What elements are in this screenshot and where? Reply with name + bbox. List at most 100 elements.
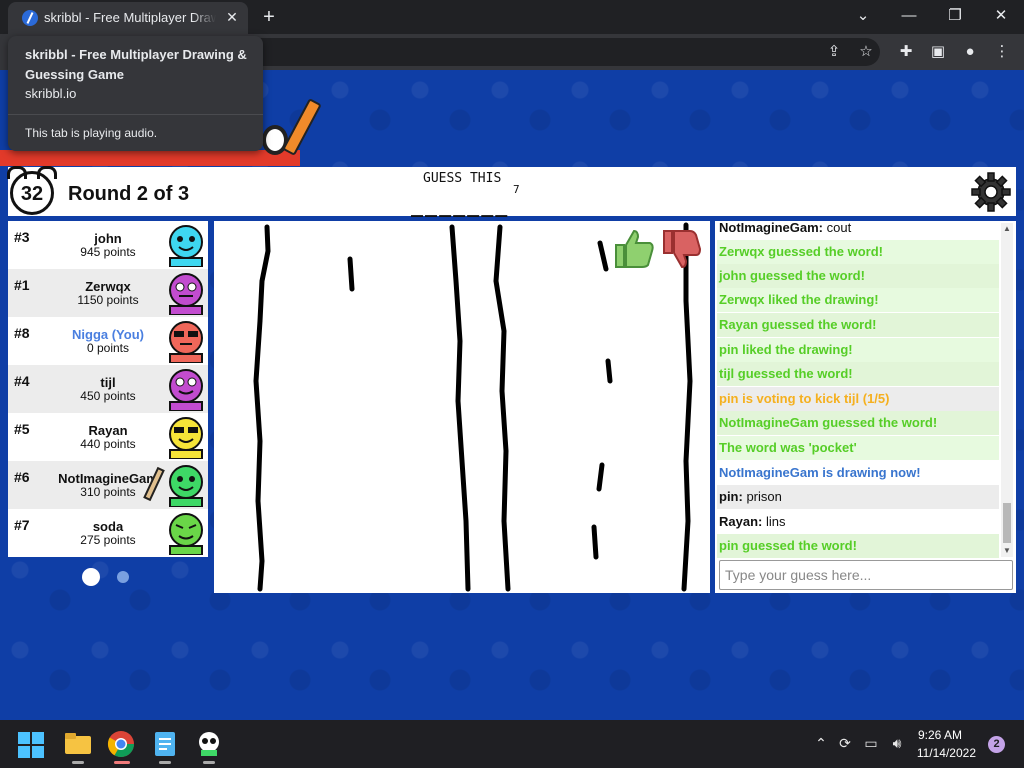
scroll-thumb[interactable] xyxy=(1003,503,1011,543)
chat-messages: NotImagineGam: cout Zerwqx guessed the w… xyxy=(717,221,999,559)
chat-text: prison xyxy=(742,489,782,504)
player-row[interactable]: #4 tijl 450 points xyxy=(8,365,208,413)
tooltip-audio-status: This tab is playing audio. xyxy=(25,126,158,140)
player-avatar-icon xyxy=(169,369,203,411)
address-bar[interactable] xyxy=(180,38,880,66)
chat-message: pin guessed the word! xyxy=(717,534,999,558)
player-points: 450 points xyxy=(80,389,136,403)
thumbs-up-icon[interactable] xyxy=(612,227,654,269)
bookmark-star-icon[interactable]: ☆ xyxy=(856,42,876,62)
player-name: Zerwqx xyxy=(85,279,131,294)
player-avatar-icon xyxy=(169,513,203,555)
player-avatar-icon xyxy=(169,417,203,459)
word-length: 7 xyxy=(513,183,520,196)
notification-badge[interactable]: 2 xyxy=(988,736,1005,753)
chat-author: NotImagineGam: xyxy=(719,221,824,235)
tooltip-title: skribbl - Free Multiplayer Drawing & Gue… xyxy=(25,47,247,82)
player-name: Rayan xyxy=(88,423,128,438)
player-name: soda xyxy=(92,519,124,534)
volume-icon[interactable]: 🔊︎ xyxy=(888,734,906,752)
player-rank: #3 xyxy=(14,229,30,245)
scroll-up-icon[interactable]: ▲ xyxy=(1001,223,1013,235)
chat-message: Rayan: lins xyxy=(717,510,999,534)
player-rank: #4 xyxy=(14,373,30,389)
player-row[interactable]: #1 Zerwqx 1150 points xyxy=(8,269,208,317)
chat-text: cout xyxy=(823,221,852,235)
profile-icon[interactable]: ● xyxy=(960,42,980,62)
drawing-strokes xyxy=(253,222,693,592)
guess-input[interactable] xyxy=(719,560,1013,590)
page-dot[interactable] xyxy=(117,571,129,583)
chat-message: NotImagineGam is drawing now! xyxy=(719,465,921,480)
chat-author: Rayan: xyxy=(719,514,763,529)
player-avatar-icon xyxy=(169,273,203,315)
chat-message: pin is voting to kick tijl (1/5) xyxy=(717,387,999,411)
windows-start-icon[interactable] xyxy=(18,732,44,758)
restore-button[interactable]: ❐ xyxy=(940,4,970,28)
share-icon[interactable]: ⇪ xyxy=(824,42,844,62)
player-rank: #5 xyxy=(14,421,30,437)
chat-message: NotImagineGam: cout xyxy=(717,221,999,240)
sync-icon[interactable]: ⟳ xyxy=(836,734,854,752)
page-dot-active[interactable] xyxy=(82,568,100,586)
player-row[interactable]: #3 john 945 points xyxy=(8,221,208,269)
notepad-indicator xyxy=(159,761,171,764)
chat-message: pin: prison xyxy=(717,485,999,509)
round-indicator: Round 2 of 3 xyxy=(68,183,190,205)
player-rank: #6 xyxy=(14,469,30,485)
chrome-icon[interactable] xyxy=(107,730,135,758)
player-row-you[interactable]: #8 Nigga (You) 0 points xyxy=(8,317,208,365)
browser-tab-skribbl[interactable]: skribbl - Free Multiplayer Drawing & Gue… xyxy=(8,2,248,34)
player-name: john xyxy=(94,231,122,246)
clock-date[interactable]: 11/14/2022 xyxy=(912,746,976,760)
chat-message: Rayan guessed the word! xyxy=(717,313,999,337)
player-row[interactable]: #5 Rayan 440 points xyxy=(8,413,208,461)
alarm-clock-icon: 32 xyxy=(7,166,57,215)
player-points: 440 points xyxy=(80,437,136,451)
game-header: 32 Round 2 of 3 GUESS THIS 7 _______ xyxy=(7,166,1016,217)
settings-gear-icon[interactable] xyxy=(971,172,1011,212)
chat-text: lins xyxy=(762,514,786,529)
player-points: 1150 points xyxy=(77,293,139,307)
drawing-canvas[interactable] xyxy=(214,221,710,593)
timer-value: 32 xyxy=(20,183,44,205)
chat-message: Zerwqx liked the drawing! xyxy=(717,288,999,312)
new-tab-button[interactable]: + xyxy=(258,6,280,28)
player-name: Nigga (You) xyxy=(72,327,144,342)
tab-hover-tooltip: skribbl - Free Multiplayer Drawing & Gue… xyxy=(8,36,263,151)
player-list: #3 john 945 points #1 Zerwqx 1150 points… xyxy=(8,221,208,557)
chat-message: john guessed the word! xyxy=(717,264,999,288)
notepad-icon[interactable] xyxy=(151,730,179,758)
scroll-down-icon[interactable]: ▼ xyxy=(1001,545,1013,557)
chat-panel: NotImagineGam: cout Zerwqx guessed the w… xyxy=(715,221,1016,593)
chat-message: tijl guessed the word! xyxy=(717,362,999,386)
tab-title: skribbl - Free Multiplayer Drawing & Gue… xyxy=(44,10,216,25)
guess-this-label: GUESS THIS xyxy=(423,171,502,186)
tab-search-icon[interactable]: ⌄ xyxy=(848,4,878,28)
side-panel-icon[interactable]: ▣ xyxy=(928,42,948,62)
tooltip-url: skribbl.io xyxy=(25,86,77,101)
explorer-indicator xyxy=(72,761,84,764)
skribbl-favicon-icon xyxy=(22,10,38,26)
network-icon[interactable]: ▭ xyxy=(862,734,880,752)
file-explorer-icon[interactable] xyxy=(64,730,92,758)
tray-overflow-chevron-icon[interactable]: ⌃ xyxy=(812,734,830,752)
chat-scrollbar[interactable]: ▲ ▼ xyxy=(1001,223,1013,557)
player-list-pager xyxy=(82,567,142,587)
menu-kebab-icon[interactable]: ⋮ xyxy=(992,42,1012,62)
close-tab-icon[interactable]: ✕ xyxy=(224,9,240,25)
game-app-indicator xyxy=(203,761,215,764)
player-row[interactable]: #7 soda 275 points xyxy=(8,509,208,557)
thumbs-down-icon[interactable] xyxy=(660,227,702,269)
close-window-button[interactable]: ✕ xyxy=(986,4,1016,28)
player-rank: #8 xyxy=(14,325,30,341)
game-app-icon[interactable] xyxy=(195,730,223,758)
clock-time[interactable]: 9:26 AM xyxy=(912,728,962,742)
player-row-drawing[interactable]: #6 NotImagineGam 310 points xyxy=(8,461,208,509)
minimize-button[interactable]: — xyxy=(894,4,924,28)
player-name: tijl xyxy=(100,375,116,390)
word-blanks: _______ xyxy=(411,193,510,217)
extensions-icon[interactable]: ✚ xyxy=(896,42,916,62)
windows-taskbar: ⌃ ⟳ ▭ 🔊︎ 9:26 AM 11/14/2022 xyxy=(0,720,1024,768)
player-avatar-icon xyxy=(169,465,203,507)
